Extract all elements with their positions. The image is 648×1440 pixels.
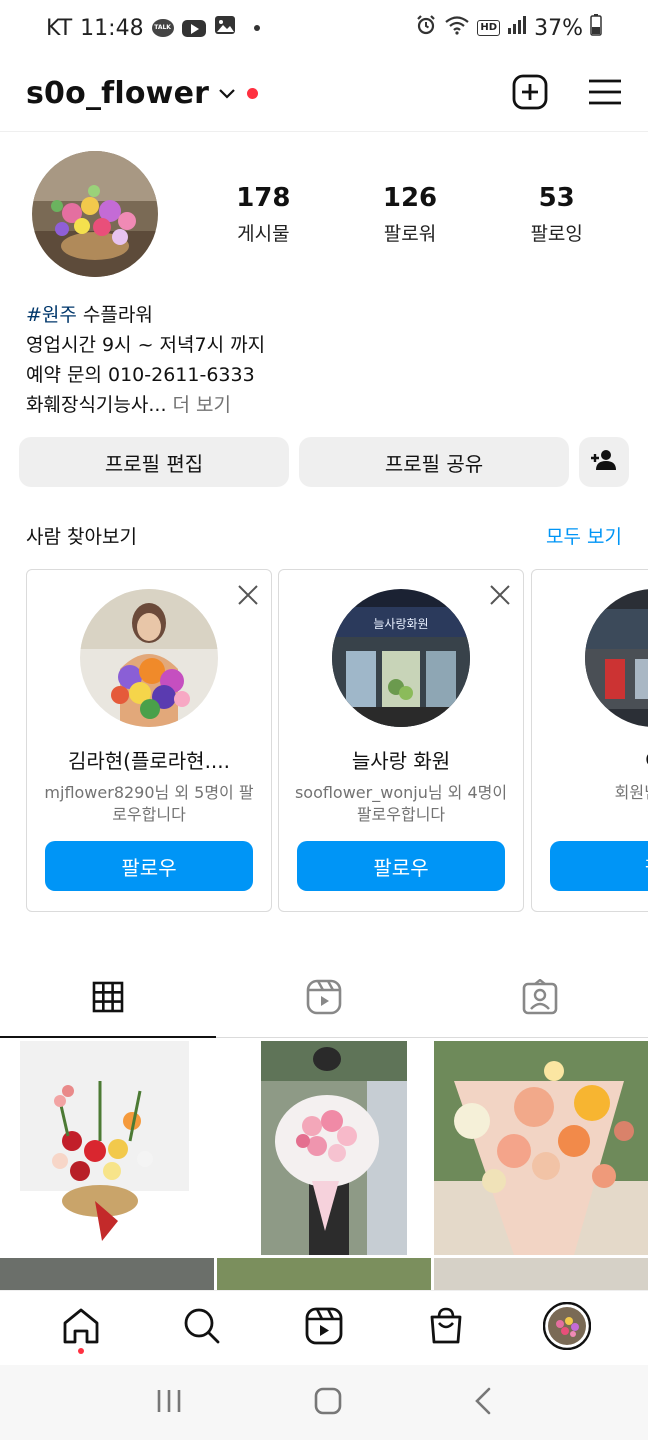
chevron-down-icon[interactable]: [219, 84, 235, 103]
status-bar: KT 11:48 TALK HD 37%: [0, 0, 648, 56]
account-switcher-username[interactable]: s0o_flower: [26, 76, 209, 111]
profile-avatar[interactable]: [32, 151, 158, 277]
followers-label: 팔로워: [383, 223, 437, 245]
post-thumbnail[interactable]: [0, 1258, 214, 1291]
post-thumbnail[interactable]: [0, 1041, 214, 1255]
suggested-account-mutuals: sooflower_wonju님 외 4명이 팔로우합니다: [294, 783, 508, 824]
suggested-account-mutuals: mjflower8290님 외 5명이 팔로우합니다: [44, 783, 254, 824]
youtube-icon: [181, 19, 206, 37]
following-stat[interactable]: 53 팔로잉: [483, 183, 630, 246]
following-label: 팔로잉: [530, 223, 583, 245]
back-icon[interactable]: [474, 1387, 492, 1419]
talk-badge-label: TALK: [154, 24, 171, 31]
profile-actions: 프로필 편집 프로필 공유: [19, 437, 629, 487]
carrier-label: KT: [46, 15, 73, 41]
home-button-icon[interactable]: [314, 1387, 342, 1419]
suggested-account-avatar[interactable]: [585, 589, 648, 727]
post-thumbnail[interactable]: [434, 1041, 648, 1255]
home-activity-dot: [77, 1348, 84, 1354]
more-notifications-dot: [253, 25, 260, 31]
bio-line-3: 예약 문의 010-2611-6333: [26, 364, 255, 386]
notification-dot: [247, 88, 259, 99]
profile-bio: #원주 수플라워 영업시간 9시 ~ 저녁7시 까지 예약 문의 010-261…: [26, 300, 265, 420]
following-count: 53: [538, 183, 575, 213]
clock: 11:48: [80, 15, 144, 41]
tab-posts-grid[interactable]: [0, 960, 216, 1038]
shop-sign-text: 늘사랑화원: [373, 617, 428, 631]
post-thumbnail[interactable]: [434, 1258, 648, 1291]
home-icon: [62, 1307, 100, 1349]
followers-count: 126: [382, 183, 438, 213]
kakaotalk-icon: TALK: [151, 19, 174, 37]
nav-home[interactable]: [51, 1298, 111, 1358]
suggested-account-name: 이: [532, 745, 648, 774]
follow-button[interactable]: 팔: [550, 841, 648, 891]
profile-stats: 178 게시물 126 팔로워 53 팔로잉: [190, 183, 630, 246]
suggested-account-card[interactable]: 이 회원님을 팔 팔: [531, 569, 648, 912]
tab-tagged[interactable]: [432, 960, 648, 1037]
wifi-icon: [444, 15, 470, 41]
suggested-account-name: 늘사랑 화원: [351, 749, 451, 773]
profile-content-tabs: [0, 960, 648, 1038]
post-thumbnail[interactable]: [217, 1258, 431, 1291]
bio-line-1: 수플라워: [76, 304, 153, 326]
shopping-bag-icon: [428, 1307, 464, 1349]
suggested-account-card[interactable]: 늘사랑화원 늘사랑 화원 sooflower_wonju님 외 4명이 팔로우합…: [278, 569, 524, 912]
bio-hashtag[interactable]: #원주: [26, 304, 77, 326]
suggested-accounts-carousel[interactable]: 김라현(플로라현.... mjflower8290님 외 5명이 팔로우합니다 …: [26, 569, 648, 912]
post-thumbnail[interactable]: [217, 1041, 431, 1255]
recent-apps-icon[interactable]: [156, 1389, 182, 1417]
nav-shop[interactable]: [416, 1298, 476, 1358]
discover-title: 사람 찾아보기: [26, 526, 137, 548]
nav-profile[interactable]: [537, 1298, 597, 1358]
close-icon[interactable]: [237, 584, 259, 610]
discover-people-header: 사람 찾아보기 모두 보기: [26, 522, 622, 549]
posts-label: 게시물: [237, 223, 290, 245]
profile-avatar-small: [542, 1301, 592, 1354]
tab-reels[interactable]: [216, 960, 432, 1037]
see-all-link[interactable]: 모두 보기: [546, 522, 622, 549]
search-icon: [183, 1307, 221, 1349]
nav-reels[interactable]: [294, 1298, 354, 1358]
suggested-account-avatar[interactable]: 늘사랑화원: [332, 589, 470, 727]
discover-people-button[interactable]: [579, 437, 629, 487]
battery-percent: 37%: [534, 15, 583, 41]
bio-line-4: 화훼장식기능사...: [26, 394, 167, 416]
bio-more-link[interactable]: 더 보기: [166, 394, 232, 416]
bottom-navigation: [0, 1290, 648, 1365]
tagged-icon: [522, 977, 558, 1019]
suggested-account-mutuals: 회원님을 팔: [614, 783, 648, 802]
posts-count: 178: [236, 183, 291, 213]
signal-icon: [507, 15, 527, 41]
add-person-icon: [590, 449, 618, 476]
reels-icon: [306, 979, 342, 1019]
grid-icon: [92, 981, 124, 1017]
follow-button[interactable]: 팔로우: [45, 841, 253, 891]
follow-button[interactable]: 팔로우: [297, 841, 505, 891]
menu-icon[interactable]: [588, 78, 622, 110]
posts-grid: [0, 1041, 648, 1291]
gallery-icon: [214, 15, 236, 41]
battery-icon: [590, 14, 602, 42]
profile-header: s0o_flower: [0, 56, 648, 132]
posts-stat[interactable]: 178 게시물: [190, 183, 337, 246]
bio-line-2: 영업시간 9시 ~ 저녁7시 까지: [26, 334, 266, 356]
edit-profile-button[interactable]: 프로필 편집: [19, 437, 289, 487]
suggested-account-name: 김라현(플로라현....: [67, 749, 231, 773]
suggested-account-avatar[interactable]: [80, 589, 218, 727]
system-navigation-bar: [0, 1365, 648, 1440]
followers-stat[interactable]: 126 팔로워: [337, 183, 484, 246]
alarm-icon: [415, 14, 437, 42]
close-icon[interactable]: [489, 584, 511, 610]
nav-search[interactable]: [172, 1298, 232, 1358]
suggested-account-card[interactable]: 김라현(플로라현.... mjflower8290님 외 5명이 팔로우합니다 …: [26, 569, 272, 912]
reels-icon: [305, 1307, 343, 1349]
share-profile-button[interactable]: 프로필 공유: [299, 437, 569, 487]
hd-voice-icon: HD: [477, 20, 501, 36]
create-post-icon[interactable]: [512, 74, 548, 114]
